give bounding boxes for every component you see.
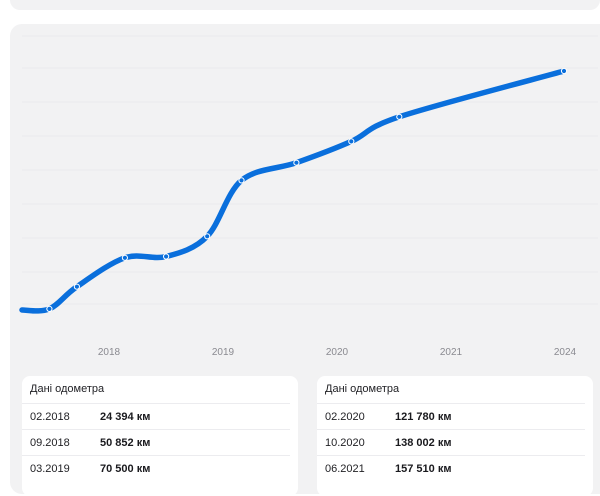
odometer-mileage: 157 510 км xyxy=(395,463,452,475)
odometer-card-title: Дані одометра xyxy=(30,383,105,395)
data-point xyxy=(396,113,403,120)
odometer-date: 06.2021 xyxy=(325,463,365,475)
odometer-mileage: 50 852 км xyxy=(100,437,151,449)
odometer-mileage: 121 780 км xyxy=(395,411,452,423)
x-tick-label: 2021 xyxy=(440,347,463,358)
data-point xyxy=(163,253,170,260)
odometer-date: 10.2020 xyxy=(325,437,365,449)
odometer-row: 02.2018 24 394 км xyxy=(22,403,290,430)
odometer-mileage: 138 002 км xyxy=(395,437,452,449)
odometer-card-right: Дані одометра 02.2020 121 780 км 10.2020… xyxy=(317,376,593,496)
x-tick-label: 2019 xyxy=(212,347,235,358)
x-tick-label: 2020 xyxy=(326,347,349,358)
x-tick-label: 2024 xyxy=(554,347,577,358)
odometer-date: 02.2020 xyxy=(325,411,365,423)
x-tick-label: 2018 xyxy=(98,347,121,358)
odometer-mileage: 24 394 км xyxy=(100,411,151,423)
odometer-row: 10.2020 138 002 км xyxy=(317,429,585,456)
data-point xyxy=(73,283,81,290)
odometer-row: 02.2020 121 780 км xyxy=(317,403,585,430)
odometer-date: 02.2018 xyxy=(30,411,70,423)
odometer-row: 06.2021 157 510 км xyxy=(317,455,585,482)
data-point xyxy=(46,305,53,312)
data-point xyxy=(238,177,245,184)
odometer-mileage: 70 500 км xyxy=(100,463,151,475)
odometer-card-left: Дані одометра 02.2018 24 394 км 09.2018 … xyxy=(22,376,298,496)
data-point xyxy=(204,233,211,240)
odometer-date: 03.2019 xyxy=(30,463,70,475)
odometer-date: 09.2018 xyxy=(30,437,70,449)
data-point xyxy=(560,67,568,75)
mileage-series-line xyxy=(19,68,567,314)
odometer-row: 03.2019 70 500 км xyxy=(22,455,290,482)
data-point xyxy=(348,138,355,145)
odometer-card-title: Дані одометра xyxy=(325,383,400,395)
data-point xyxy=(293,159,300,166)
mileage-chart: 2018 2019 2020 2021 2024 xyxy=(19,35,598,358)
data-point xyxy=(121,254,129,261)
odometer-row: 09.2018 50 852 км xyxy=(22,429,290,456)
